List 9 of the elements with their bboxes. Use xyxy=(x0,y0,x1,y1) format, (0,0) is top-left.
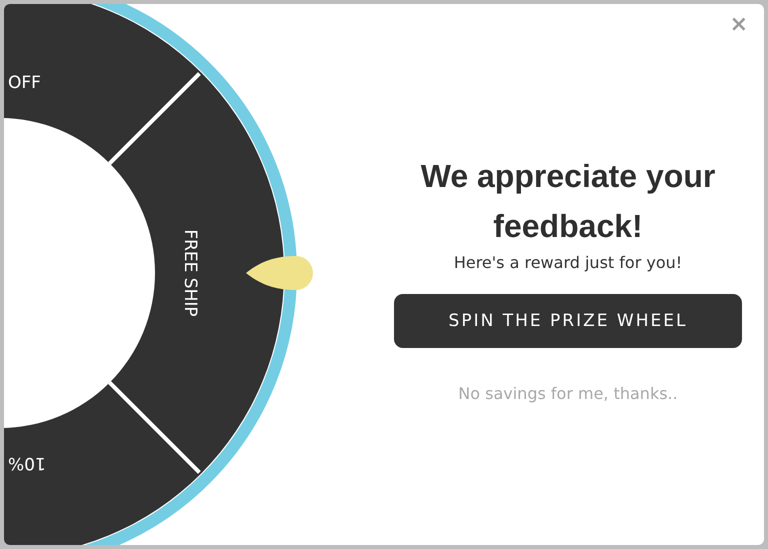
wheel-label: OFF xyxy=(8,73,41,93)
popup-title: We appreciate your feedback! xyxy=(420,156,716,246)
popup-subtitle: Here's a reward just for you! xyxy=(454,252,682,272)
wheel-label: FREE SHIP xyxy=(180,229,200,317)
decline-link[interactable]: No savings for me, thanks.. xyxy=(458,384,678,402)
spin-button[interactable]: SPIN THE PRIZE WHEEL xyxy=(394,294,742,348)
close-button[interactable]: × xyxy=(726,14,752,36)
wheel-label: 10% xyxy=(8,453,46,473)
pointer-icon xyxy=(246,256,313,290)
